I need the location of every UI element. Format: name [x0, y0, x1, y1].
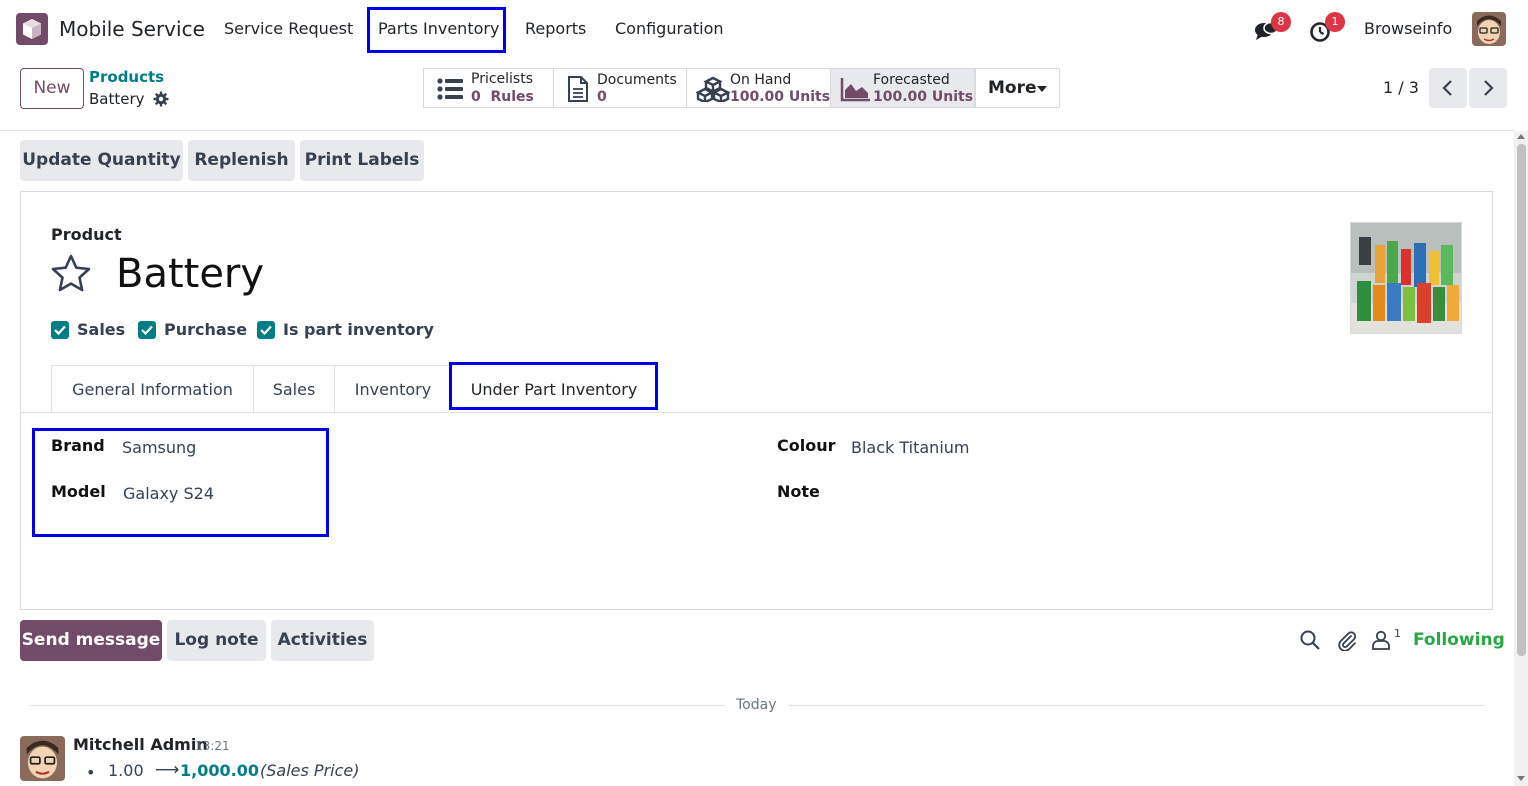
avatar[interactable]: [1472, 12, 1506, 46]
app-logo-icon[interactable]: [16, 13, 48, 45]
control-panel-divider: [0, 130, 1514, 131]
cubes-icon: [696, 76, 730, 102]
messages-badge: 8: [1271, 12, 1291, 32]
pricelists-smart-button[interactable]: Pricelists 0 Rules: [423, 68, 554, 108]
tracking-new-value: 1,000.00: [180, 761, 259, 780]
purchase-checkbox-label[interactable]: Purchase: [164, 320, 247, 339]
document-icon: [568, 76, 588, 102]
note-label: Note: [777, 482, 820, 501]
scroll-down-arrow-icon[interactable]: [1517, 776, 1525, 781]
user-icon[interactable]: [1370, 629, 1392, 651]
tab-underline: [21, 412, 1492, 413]
menu-configuration[interactable]: Configuration: [615, 19, 724, 38]
message-author[interactable]: Mitchell Admin: [73, 735, 208, 754]
scrollbar-thumb[interactable]: [1517, 144, 1526, 656]
check-icon: [141, 325, 153, 336]
note-field[interactable]: [851, 484, 1451, 506]
tab-general-information[interactable]: General Information: [51, 365, 254, 412]
activities-badge: 1: [1325, 12, 1345, 32]
chevron-right-icon: [1484, 80, 1494, 96]
date-separator-line-left: [30, 705, 725, 706]
documents-smart-button[interactable]: Documents 0: [553, 68, 687, 108]
pager-next-button[interactable]: [1469, 68, 1507, 108]
forecasted-title: Forecasted: [873, 72, 950, 88]
check-icon: [54, 325, 66, 336]
highlight-box-under-part-inventory-tab: [449, 362, 658, 410]
breadcrumb-current: Battery: [89, 90, 145, 108]
more-button[interactable]: More: [975, 68, 1060, 108]
forecasted-value: 100.00 Units: [873, 89, 974, 105]
gear-icon[interactable]: [153, 91, 169, 107]
check-icon: [260, 325, 272, 336]
highlight-box-parts-inventory: [367, 7, 506, 53]
is-part-inventory-checkbox-label[interactable]: Is part inventory: [283, 320, 434, 339]
sales-checkbox[interactable]: [51, 321, 69, 339]
tab-sales[interactable]: Sales: [253, 365, 335, 412]
forecasted-smart-button[interactable]: Forecasted 100.00 Units: [830, 68, 975, 108]
avatar[interactable]: [20, 736, 65, 781]
search-icon[interactable]: [1299, 629, 1321, 651]
documents-value: 0: [597, 89, 607, 105]
top-navbar: Mobile Service Service Request Parts Inv…: [0, 0, 1528, 58]
arrow-right-icon: ⟶: [155, 760, 180, 780]
pager-value[interactable]: 1 / 3: [1383, 78, 1419, 97]
print-labels-button[interactable]: Print Labels: [300, 140, 424, 181]
app-name[interactable]: Mobile Service: [59, 17, 205, 41]
product-label: Product: [51, 225, 122, 244]
date-separator-line-right: [789, 705, 1484, 706]
new-button[interactable]: New: [20, 68, 84, 109]
user-name[interactable]: Browseinfo: [1364, 19, 1452, 38]
date-separator: Today: [736, 697, 777, 713]
menu-service-request[interactable]: Service Request: [224, 19, 353, 38]
on-hand-smart-button[interactable]: On Hand 100.00 Units: [686, 68, 831, 108]
documents-title: Documents: [597, 72, 677, 88]
scroll-up-arrow-icon[interactable]: [1517, 134, 1525, 139]
list-bullet: •: [86, 763, 96, 782]
more-label: More: [988, 78, 1037, 98]
colour-field[interactable]: Black Titanium: [851, 438, 970, 457]
log-note-button[interactable]: Log note: [167, 620, 266, 661]
pager-previous-button[interactable]: [1429, 68, 1467, 108]
activities-button[interactable]: Activities: [271, 620, 374, 661]
breadcrumb-products[interactable]: Products: [89, 68, 164, 86]
send-message-button[interactable]: Send message: [20, 620, 162, 661]
caret-down-icon: [1037, 86, 1047, 92]
tracking-old-value: 1.00: [108, 761, 144, 780]
purchase-checkbox[interactable]: [138, 321, 156, 339]
chevron-left-icon: [1442, 80, 1452, 96]
on-hand-value: 100.00 Units: [730, 89, 831, 105]
sales-checkbox-label[interactable]: Sales: [77, 320, 125, 339]
replenish-button[interactable]: Replenish: [188, 140, 295, 181]
is-part-inventory-checkbox[interactable]: [257, 321, 275, 339]
tracking-field-name: (Sales Price): [260, 761, 360, 780]
on-hand-title: On Hand: [730, 72, 792, 88]
message-time: 13:21: [195, 739, 230, 753]
product-name-field[interactable]: Battery: [116, 251, 264, 297]
colour-label: Colour: [777, 436, 836, 455]
pricelists-title: Pricelists: [471, 71, 534, 87]
paperclip-icon[interactable]: [1336, 629, 1358, 651]
highlight-box-brand-model: [32, 428, 329, 537]
area-chart-icon: [840, 78, 870, 102]
update-quantity-button[interactable]: Update Quantity: [20, 140, 183, 181]
followers-count: 1: [1394, 627, 1401, 640]
pricelists-value: 0 Rules: [471, 89, 534, 105]
favorite-star-icon[interactable]: [50, 253, 92, 293]
list-icon: [437, 78, 463, 100]
tab-inventory[interactable]: Inventory: [334, 365, 452, 412]
menu-reports[interactable]: Reports: [525, 19, 586, 38]
product-image[interactable]: [1350, 222, 1462, 334]
following-button[interactable]: Following: [1413, 630, 1505, 650]
